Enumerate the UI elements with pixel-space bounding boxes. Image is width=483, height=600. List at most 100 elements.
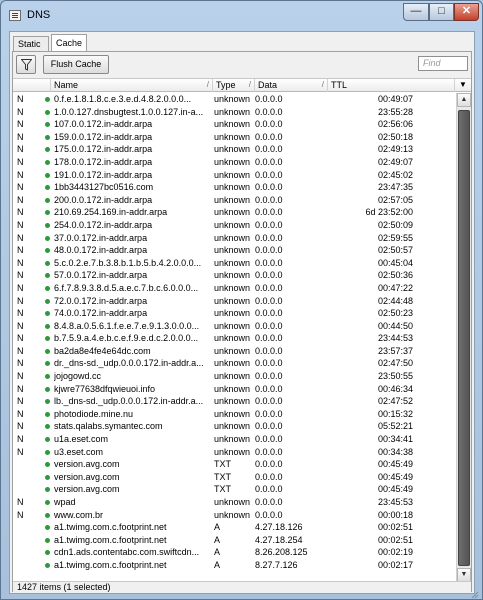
column-header-name[interactable]: Name / bbox=[51, 79, 213, 92]
table-row[interactable]: N 6.f.7.8.9.3.8.d.5.a.e.c.7.b.c.6.0.0.0..… bbox=[13, 282, 456, 295]
row-flag: N bbox=[17, 509, 24, 520]
row-data: 0.0.0.0 bbox=[255, 509, 283, 520]
column-header-data[interactable]: Data / bbox=[255, 79, 328, 92]
row-name: 159.0.0.172.in-addr.arpa bbox=[54, 131, 153, 142]
minimize-button[interactable]: — bbox=[403, 3, 429, 21]
status-dot-icon bbox=[45, 424, 50, 430]
row-ttl: 02:50:57 bbox=[377, 245, 413, 256]
table-row[interactable]: a1.twimg.com.c.footprint.net A 8.27.7.126 0… bbox=[13, 559, 456, 572]
status-dot-icon bbox=[45, 512, 50, 518]
table-row[interactable]: N 178.0.0.172.in-addr.arpa unknown 0.0.0.0 0… bbox=[13, 156, 456, 169]
table-row[interactable]: N 175.0.0.172.in-addr.arpa unknown 0.0.0.0 0… bbox=[13, 143, 456, 156]
row-data: 0.0.0.0 bbox=[255, 484, 283, 495]
scrollbar-thumb[interactable] bbox=[458, 110, 470, 566]
resize-grip-icon[interactable] bbox=[471, 591, 479, 599]
table-row[interactable]: Nlb._dns-sd._udp.0.0.0.172.in-addr.a... u… bbox=[13, 395, 456, 408]
table-row[interactable]: N 254.0.0.172.in-addr.arpa unknown 0.0.0.0 0… bbox=[13, 219, 456, 232]
table-row[interactable]: Nba2da8e4fe4e64dc.com unknown 0.0.0.0 23:57… bbox=[13, 345, 456, 358]
column-menu-chevron-down-icon[interactable]: ▼ bbox=[455, 79, 471, 92]
row-data: 0.0.0.0 bbox=[255, 396, 283, 407]
status-dot-icon bbox=[45, 537, 50, 543]
column-header-flag[interactable] bbox=[13, 79, 51, 92]
row-name: 6.f.7.8.9.3.8.d.5.a.e.c.7.b.c.6.0.0.0... bbox=[54, 282, 199, 293]
table-row[interactable]: N 159.0.0.172.in-addr.arpa unknown 0.0.0.0 0… bbox=[13, 131, 456, 144]
table-row[interactable]: Nphotodiode.mine.nu unknown 0.0.0.0 00:15:3… bbox=[13, 408, 456, 421]
table-row[interactable]: a1.twimg.com.c.footprint.net A 4.27.18.254… bbox=[13, 534, 456, 547]
status-dot-icon bbox=[45, 399, 50, 405]
table-row[interactable]: a1.twimg.com.c.footprint.net A 4.27.18.126… bbox=[13, 521, 456, 534]
table-row[interactable]: N 210.69.254.169.in-addr.arpa unknown 0.0.0… bbox=[13, 206, 456, 219]
row-data: 0.0.0.0 bbox=[255, 446, 283, 457]
row-name: 37.0.0.172.in-addr.arpa bbox=[54, 232, 148, 243]
row-flag: N bbox=[17, 383, 24, 394]
column-header-type[interactable]: Type / bbox=[213, 79, 255, 92]
row-data: 0.0.0.0 bbox=[255, 245, 283, 256]
table-row[interactable]: N 37.0.0.172.in-addr.arpa unknown 0.0.0.0 02… bbox=[13, 232, 456, 245]
table-row[interactable]: cdn1.ads.contentabc.com.swiftcdn... A 8.26… bbox=[13, 546, 456, 559]
table-row[interactable]: Nstats.qalabs.symantec.com unknown 0.0.0.0… bbox=[13, 420, 456, 433]
row-type: TXT bbox=[214, 471, 231, 482]
table-row[interactable]: N 0.f.e.1.8.1.8.c.e.3.e.d.4.8.2.0.0.0... u… bbox=[13, 93, 456, 106]
row-data: 0.0.0.0 bbox=[255, 94, 283, 104]
row-type: A bbox=[214, 522, 221, 533]
row-flag: N bbox=[17, 358, 24, 369]
table-row[interactable]: version.avg.com TXT 0.0.0.0 00:45:49 bbox=[13, 458, 456, 471]
table-row[interactable]: version.avg.com TXT 0.0.0.0 00:45:49 bbox=[13, 483, 456, 496]
row-type: unknown bbox=[214, 245, 251, 256]
row-name: 107.0.0.172.in-addr.arpa bbox=[54, 119, 153, 130]
row-flag: N bbox=[17, 345, 24, 356]
table-row[interactable]: Nwpad unknown 0.0.0.0 23:45:53 bbox=[13, 496, 456, 509]
table-row[interactable]: N 74.0.0.172.in-addr.arpa unknown 0.0.0.0 02… bbox=[13, 307, 456, 320]
scroll-up-icon[interactable]: ▲ bbox=[457, 93, 471, 107]
table-row[interactable]: N 57.0.0.172.in-addr.arpa unknown 0.0.0.0 02… bbox=[13, 269, 456, 282]
table-row[interactable]: N 1bb3443127bc0516.com unknown 0.0.0.0 23:47… bbox=[13, 181, 456, 194]
column-header-ttl[interactable]: TTL bbox=[328, 79, 455, 92]
find-input[interactable]: Find bbox=[418, 56, 468, 71]
table-row[interactable]: N 191.0.0.172.in-addr.arpa unknown 0.0.0.0 0… bbox=[13, 169, 456, 182]
table-row[interactable]: N 107.0.0.172.in-addr.arpa unknown 0.0.0.0 0… bbox=[13, 118, 456, 131]
table-row[interactable]: N 1.0.0.127.dnsbugtest.1.0.0.127.in-a... u… bbox=[13, 106, 456, 119]
table-row[interactable]: N 72.0.0.172.in-addr.arpa unknown 0.0.0.0 02… bbox=[13, 295, 456, 308]
row-flag: N bbox=[17, 282, 24, 293]
table-row[interactable]: Nb.7.5.9.a.4.e.b.c.e.f.9.e.d.c.2.0.0.0..… bbox=[13, 332, 456, 345]
row-ttl: 23:45:53 bbox=[377, 497, 413, 507]
window-title: DNS bbox=[27, 9, 51, 21]
column-header-data-label: Data bbox=[258, 80, 278, 90]
row-ttl: 02:59:55 bbox=[377, 232, 413, 243]
table-row[interactable]: N 200.0.0.172.in-addr.arpa unknown 0.0.0.0 0… bbox=[13, 194, 456, 207]
row-ttl: 00:45:04 bbox=[377, 257, 413, 268]
table-row[interactable]: N 8.4.8.a.0.5.6.1.f.e.e.7.e.9.1.3.0.0.0..… bbox=[13, 320, 456, 333]
vertical-scrollbar[interactable]: ▲ ▼ bbox=[456, 93, 471, 581]
funnel-icon bbox=[21, 59, 32, 71]
table-row[interactable]: Nkjwre77638dfqwieuoi.info unknown 0.0.0.0 0… bbox=[13, 383, 456, 396]
row-type: unknown bbox=[214, 421, 251, 432]
row-ttl: 23:55:28 bbox=[377, 106, 413, 117]
flush-cache-button[interactable]: Flush Cache bbox=[43, 55, 109, 74]
scroll-down-icon[interactable]: ▼ bbox=[457, 568, 471, 581]
row-type: TXT bbox=[214, 459, 231, 470]
table-row[interactable]: Ndr._dns-sd._udp.0.0.0.172.in-addr.a... u… bbox=[13, 357, 456, 370]
table-row[interactable]: N 5.c.0.2.e.7.b.3.8.b.1.b.5.b.4.2.0.0.0..… bbox=[13, 257, 456, 270]
row-name: dr._dns-sd._udp.0.0.0.172.in-addr.a... bbox=[54, 358, 204, 369]
row-data: 0.0.0.0 bbox=[255, 119, 283, 130]
title-bar[interactable]: DNS — □ ✕ bbox=[1, 1, 482, 29]
close-button[interactable]: ✕ bbox=[454, 3, 479, 21]
table-row[interactable]: N 48.0.0.172.in-addr.arpa unknown 0.0.0.0 02… bbox=[13, 244, 456, 257]
row-flag: N bbox=[17, 333, 24, 344]
row-name: version.avg.com bbox=[54, 459, 120, 470]
tab-cache[interactable]: Cache bbox=[51, 34, 87, 52]
table-row[interactable]: Njojogowd.cc unknown 0.0.0.0 23:50:55 bbox=[13, 370, 456, 383]
table-row[interactable]: version.avg.com TXT 0.0.0.0 00:45:49 bbox=[13, 471, 456, 484]
row-ttl: 00:45:49 bbox=[377, 484, 413, 495]
row-data: 0.0.0.0 bbox=[255, 182, 283, 193]
tab-static[interactable]: Static bbox=[13, 36, 49, 52]
row-data: 0.0.0.0 bbox=[255, 156, 283, 167]
row-name: jojogowd.cc bbox=[54, 371, 102, 382]
status-bar: 1427 items (1 selected) bbox=[13, 581, 471, 592]
row-type: unknown bbox=[214, 169, 251, 180]
table-row[interactable]: Nwww.com.br unknown 0.0.0.0 00:00:18 bbox=[13, 509, 456, 522]
filter-button[interactable] bbox=[16, 55, 36, 74]
maximize-button[interactable]: □ bbox=[429, 3, 454, 21]
table-row[interactable]: Nu3.eset.com unknown 0.0.0.0 00:34:38 bbox=[13, 446, 456, 459]
table-row[interactable]: Nu1a.eset.com unknown 0.0.0.0 00:34:41 bbox=[13, 433, 456, 446]
